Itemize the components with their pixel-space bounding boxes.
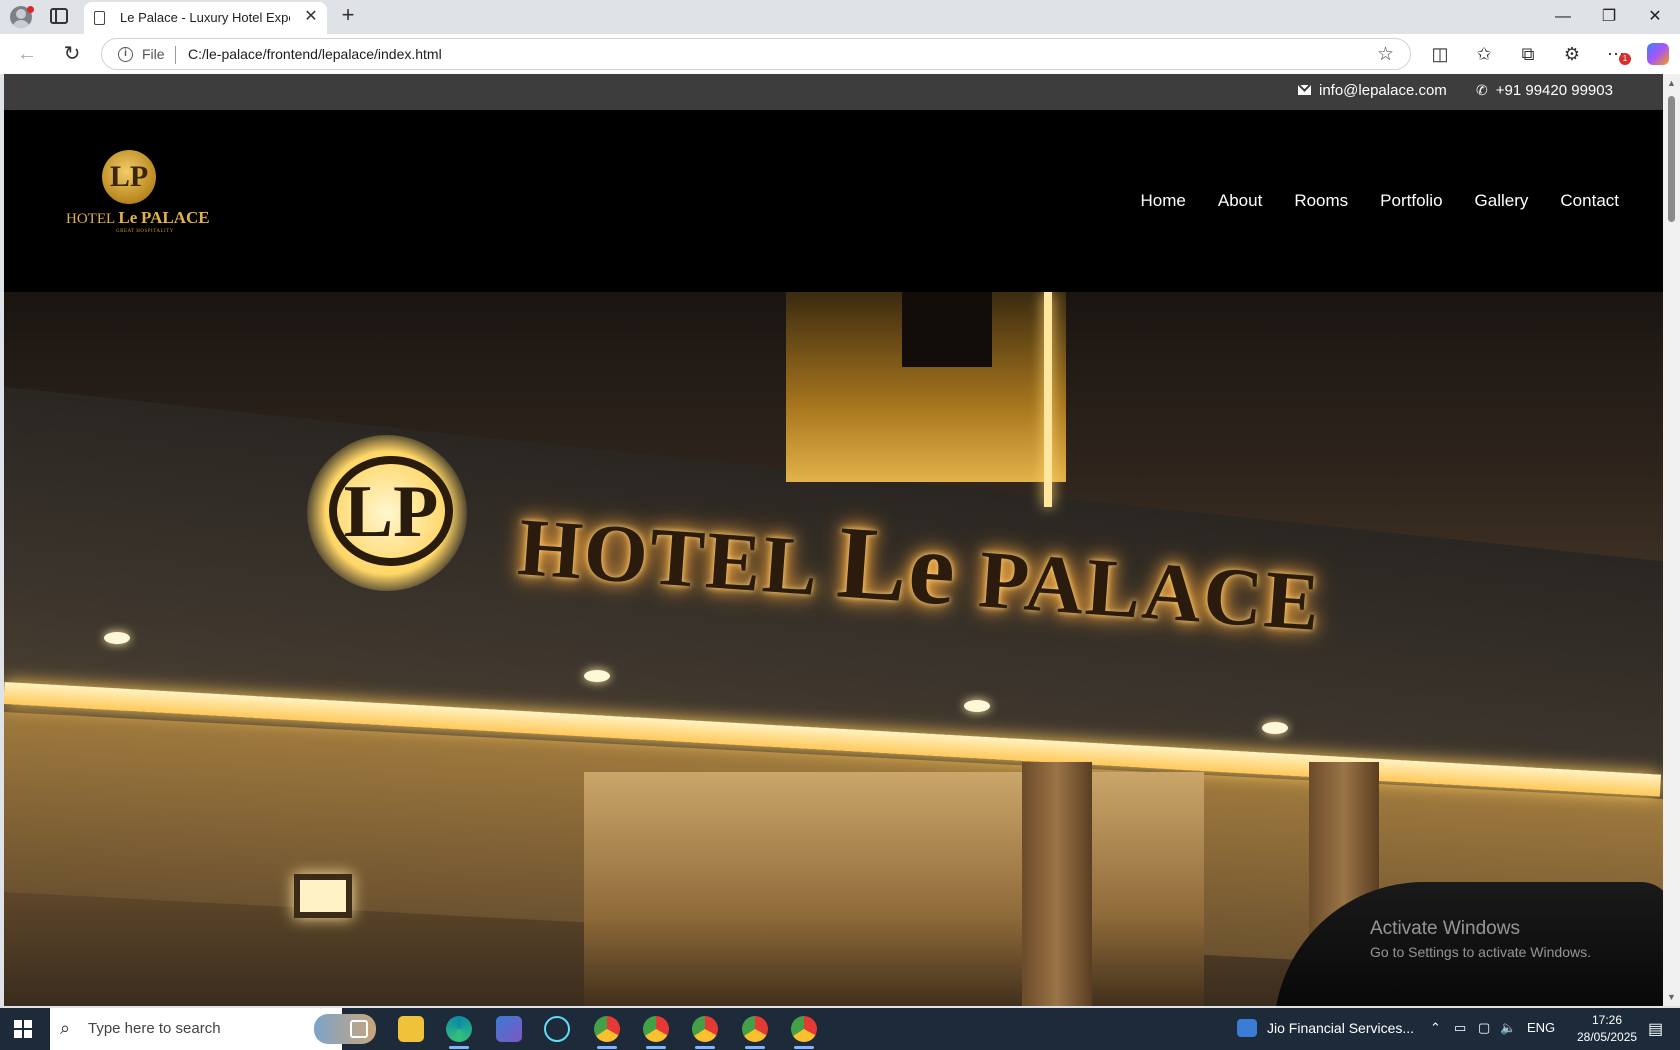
url-scheme: File	[142, 46, 165, 62]
minimize-button[interactable]: —	[1541, 4, 1585, 30]
light-strip	[1044, 292, 1052, 507]
search-icon: ⌕	[60, 1018, 71, 1038]
start-button[interactable]	[14, 1020, 32, 1038]
ceiling-light	[104, 632, 130, 644]
sign-monogram: LP	[329, 456, 453, 566]
logo-le: Le	[118, 208, 138, 227]
close-window-button[interactable]: ✕	[1633, 4, 1677, 30]
chrome-profile-4-icon[interactable]	[742, 1016, 768, 1049]
favorite-star-icon[interactable]: ☆	[1377, 43, 1394, 66]
scroll-down-icon[interactable]: ▼	[1667, 992, 1676, 1002]
ceiling-light	[1262, 722, 1288, 734]
favorites-icon[interactable]: ✩	[1469, 40, 1499, 68]
notification-center-icon[interactable]: ▤	[1648, 1019, 1663, 1039]
sign-hotel: HOTEL	[515, 501, 819, 613]
clock-date: 28/05/2025	[1577, 1030, 1638, 1044]
main-navigation: Home About Rooms Portfolio Gallery Conta…	[1109, 110, 1619, 292]
file-explorer-icon[interactable]	[398, 1016, 424, 1042]
chrome-profile-1-icon[interactable]	[594, 1016, 620, 1049]
logo-palace: PALACE	[141, 208, 210, 227]
nav-about[interactable]: About	[1218, 191, 1262, 211]
browser-toolbar: ← ↻ i File C:/le-palace/frontend/lepalac…	[0, 34, 1680, 74]
hero-image: LP HOTEL Le PALACE	[4, 292, 1663, 1006]
nav-rooms[interactable]: Rooms	[1294, 191, 1348, 211]
logo-medallion: LP	[102, 150, 156, 204]
back-button[interactable]: ←	[12, 40, 42, 68]
react-devtools-icon[interactable]	[544, 1016, 570, 1042]
logo-wordmark: HOTEL Le PALACE	[66, 208, 210, 228]
sign-palace: PALACE	[975, 533, 1325, 649]
logo-hotel: HOTEL	[66, 211, 115, 227]
chrome-profile-3-icon[interactable]	[692, 1016, 718, 1049]
page-icon	[94, 11, 105, 25]
pillar	[1022, 762, 1092, 1006]
tab-actions-icon[interactable]	[50, 8, 68, 24]
email-text: info@lepalace.com	[1319, 82, 1447, 99]
url-text[interactable]: C:/le-palace/frontend/lepalace/index.htm…	[188, 46, 442, 62]
scroll-up-icon[interactable]: ▲	[1667, 78, 1676, 88]
new-tab-button[interactable]: +	[336, 4, 360, 28]
taskbar-search[interactable]: ⌕ Type here to search	[50, 1008, 376, 1050]
sign-le: Le	[833, 504, 962, 628]
glass-lobby	[584, 772, 1204, 1006]
collections-icon[interactable]: ⧉	[1513, 40, 1543, 68]
network-icon[interactable]: ▭	[1454, 1020, 1466, 1036]
ceiling-light	[584, 670, 610, 682]
store-icon[interactable]	[496, 1016, 522, 1042]
envelope-icon	[1298, 85, 1311, 95]
extensions-icon[interactable]: ⚙	[1557, 40, 1587, 68]
tab-title: Le Palace - Luxury Hotel Experience	[120, 10, 290, 25]
contact-phone[interactable]: ✆ +91 99420 99903	[1476, 82, 1613, 99]
ceiling-light	[964, 700, 990, 712]
page-scrollbar[interactable]: ▲ ▼	[1663, 74, 1680, 1006]
logo-tagline: GREAT HOSPITALITY	[116, 229, 174, 234]
system-clock[interactable]: 17:26 28/05/2025	[1577, 1012, 1637, 1046]
news-notification[interactable]: Jio Financial Services...	[1267, 1020, 1414, 1036]
window-frame	[902, 292, 992, 367]
page-viewport: info@lepalace.com ✆ +91 99420 99903 LP HO…	[4, 74, 1663, 1006]
phone-text: +91 99420 99903	[1495, 82, 1613, 99]
windows-taskbar: ⌕ Type here to search Jio Financial Serv…	[0, 1008, 1680, 1050]
divider	[175, 46, 176, 64]
maximize-button[interactable]: ❐	[1587, 4, 1631, 30]
split-screen-icon[interactable]: ◫	[1425, 40, 1455, 68]
nav-contact[interactable]: Contact	[1560, 191, 1619, 211]
show-hidden-icons[interactable]: ⌃	[1430, 1020, 1441, 1036]
chrome-profile-5-icon[interactable]	[791, 1016, 817, 1049]
refresh-button[interactable]: ↻	[57, 40, 87, 68]
browser-tab-strip: Le Palace - Luxury Hotel Experience ✕ + …	[0, 0, 1680, 34]
notification-badge: 1	[1619, 53, 1631, 65]
copilot-icon[interactable]	[1647, 43, 1669, 65]
language-indicator[interactable]: ENG	[1527, 1020, 1555, 1035]
chrome-profile-2-icon[interactable]	[643, 1016, 669, 1049]
nav-gallery[interactable]: Gallery	[1475, 191, 1529, 211]
nav-portfolio[interactable]: Portfolio	[1380, 191, 1442, 211]
profile-notification-dot	[27, 6, 34, 13]
clock-time: 17:26	[1591, 1013, 1623, 1027]
logo-monogram: LP	[109, 160, 149, 193]
watermark-title: Activate Windows	[1370, 918, 1520, 939]
browser-tab[interactable]: Le Palace - Luxury Hotel Experience ✕	[84, 2, 327, 34]
volume-muted-icon[interactable]: 🔈	[1500, 1020, 1516, 1036]
info-icon[interactable]: i	[118, 47, 133, 62]
nav-home[interactable]: Home	[1141, 191, 1186, 211]
close-tab-icon[interactable]: ✕	[301, 7, 321, 27]
contact-email[interactable]: info@lepalace.com	[1298, 82, 1447, 99]
meet-now-icon[interactable]: ▢	[1478, 1020, 1490, 1036]
watermark-subtitle: Go to Settings to activate Windows.	[1370, 944, 1591, 960]
address-bar[interactable]: i File C:/le-palace/frontend/lepalace/in…	[101, 38, 1411, 70]
edge-icon[interactable]	[446, 1016, 472, 1049]
task-view-icon[interactable]	[350, 1020, 368, 1038]
phone-icon: ✆	[1476, 82, 1488, 98]
scroll-thumb[interactable]	[1668, 96, 1675, 222]
site-header: LP HOTEL Le PALACE GREAT HOSPITALITY Hom…	[4, 110, 1663, 292]
activate-windows-watermark: Activate Windows Go to Settings to activ…	[1370, 918, 1591, 960]
wall-lamp	[294, 874, 352, 918]
news-app-icon[interactable]	[1237, 1019, 1257, 1037]
hotel-logo[interactable]: LP HOTEL Le PALACE GREAT HOSPITALITY	[66, 150, 210, 240]
contact-bar: info@lepalace.com ✆ +91 99420 99903	[4, 74, 1663, 110]
search-placeholder: Type here to search	[88, 1020, 221, 1037]
